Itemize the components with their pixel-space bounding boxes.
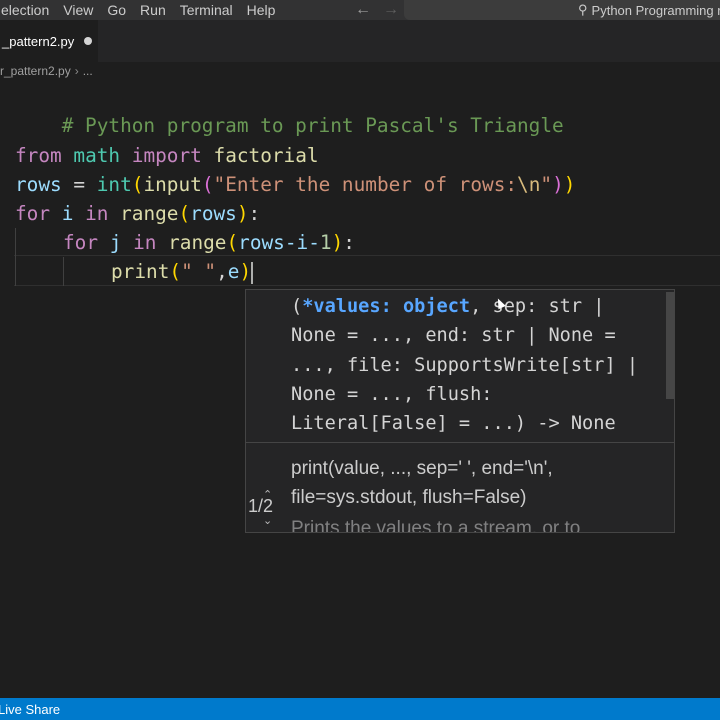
- menu-selection[interactable]: election: [0, 0, 56, 20]
- indent-guide: [63, 257, 64, 286]
- code-line-4: rows = int(input("Enter the number of ro…: [15, 170, 575, 199]
- keyword-in: in: [133, 231, 157, 254]
- signature-help-popup: (*values: object, sep: str | None = ...,…: [245, 289, 675, 533]
- unsaved-dot-icon[interactable]: [84, 37, 93, 45]
- colon: :: [248, 202, 261, 225]
- breadcrumb-more[interactable]: ...: [83, 64, 93, 78]
- string-literal: ": [540, 173, 553, 196]
- title-bar: election View Go Run Terminal Help ← → ⚲…: [0, 0, 720, 20]
- paren: (: [201, 173, 214, 196]
- breadcrumb-chevron-icon: ›: [74, 64, 79, 78]
- breadcrumb-file[interactable]: r_pattern2.py: [0, 64, 71, 78]
- sig-line-2: None = ..., end: str | None =: [291, 325, 616, 347]
- live-share-button[interactable]: Live Share: [0, 702, 60, 717]
- number-literal: 1: [319, 231, 332, 254]
- active-parameter: *values: object: [302, 296, 471, 317]
- text-cursor: [251, 261, 254, 284]
- paren: ): [563, 173, 576, 196]
- signature-doc: print(value, ..., sep=' ', end='\n', fil…: [291, 454, 671, 512]
- paren: ): [331, 231, 344, 254]
- sig-line-4: None = ..., flush:: [291, 383, 493, 405]
- search-icon: ⚲: [578, 2, 588, 17]
- builtin-range: range: [108, 202, 179, 225]
- escape-seq: \n: [517, 173, 541, 196]
- signature-scrollbar[interactable]: [666, 292, 674, 399]
- paren: (: [178, 202, 191, 225]
- paren: (: [131, 173, 144, 196]
- back-arrow-icon[interactable]: ←: [355, 1, 371, 19]
- command-center[interactable]: ⚲ Python Programming re: [404, 0, 720, 20]
- menu-help[interactable]: Help: [240, 0, 283, 20]
- operator: =: [61, 173, 97, 196]
- paren: ): [552, 173, 564, 196]
- overload-counter: 1/2: [248, 496, 274, 516]
- builtin-print: print: [111, 260, 170, 283]
- sig-line-5: Literal[False] = ...) -> None: [291, 413, 616, 435]
- expression: rows-i-: [238, 231, 320, 254]
- menu-terminal[interactable]: Terminal: [173, 0, 240, 20]
- tab-label: _pattern2.py: [2, 33, 75, 49]
- module-name: math: [73, 144, 121, 167]
- menu-run[interactable]: Run: [133, 0, 173, 20]
- signature-doc-cutoff: Prints the values to a stream, or to: [291, 514, 671, 533]
- keyword-import: import: [131, 144, 202, 167]
- keyword-for: for: [63, 231, 99, 254]
- doc-line-2: file=sys.stdout, flush=False): [291, 487, 527, 508]
- paren: (: [226, 231, 239, 254]
- tab-bar: _pattern2.py: [0, 20, 720, 62]
- doc-line-1: print(value, ..., sep=' ', end='\n',: [291, 458, 553, 479]
- builtin-input: input: [143, 173, 202, 196]
- sig-line-3: ..., file: SupportsWrite[str] |: [291, 354, 639, 376]
- menu-view[interactable]: View: [56, 0, 100, 20]
- tab-pattern2[interactable]: _pattern2.py: [0, 20, 98, 62]
- doc-line-3: Prints the values to a stream, or to: [291, 518, 581, 533]
- code-line-1: # Python program to print Pascal's Trian…: [15, 82, 564, 137]
- builtin-range: range: [156, 231, 227, 254]
- import-name: factorial: [213, 144, 319, 167]
- var-j: j: [98, 231, 134, 254]
- keyword-in: in: [85, 202, 109, 225]
- paren: ): [236, 202, 249, 225]
- divider: [246, 442, 674, 443]
- chevron-down-icon[interactable]: ⌄: [263, 516, 273, 527]
- string-literal: "Enter the number of rows:: [213, 173, 518, 196]
- var-rows: rows: [15, 173, 62, 196]
- menu-go[interactable]: Go: [100, 0, 133, 20]
- signature-text: (*values: object, sep: str | None = ...,…: [291, 292, 671, 438]
- comma: ,: [216, 260, 228, 283]
- paren: ): [239, 260, 252, 283]
- code-line-5: for i in range(rows):: [15, 199, 260, 228]
- indent-guide: [15, 228, 16, 286]
- menu-bar: election View Go Run Terminal Help: [0, 0, 282, 20]
- var-i: i: [50, 202, 86, 225]
- builtin-int: int: [96, 173, 132, 196]
- comment-text: # Python program to print Pascal's Trian…: [61, 114, 564, 137]
- sig-open-paren: (: [291, 296, 303, 317]
- var-rows: rows: [190, 202, 237, 225]
- keyword-from: from: [15, 144, 62, 167]
- sig-line-1: , sep: str |: [470, 296, 605, 317]
- status-bar: Live Share: [0, 698, 720, 720]
- command-center-label: Python Programming re: [591, 2, 720, 18]
- forward-arrow-icon[interactable]: →: [383, 1, 399, 19]
- code-line-3: from math import factorial: [15, 141, 319, 170]
- code-line-6: for j in range(rows-i-1):: [63, 228, 355, 257]
- keyword-for: for: [15, 202, 51, 225]
- navigation-arrows: ← →: [355, 0, 399, 20]
- argument-text: e: [227, 260, 240, 283]
- breadcrumb: r_pattern2.py › ...: [0, 62, 720, 80]
- string-literal: " ": [181, 260, 217, 283]
- paren: (: [169, 260, 182, 283]
- code-line-7: print(" ",e): [111, 257, 254, 286]
- colon: :: [343, 231, 355, 254]
